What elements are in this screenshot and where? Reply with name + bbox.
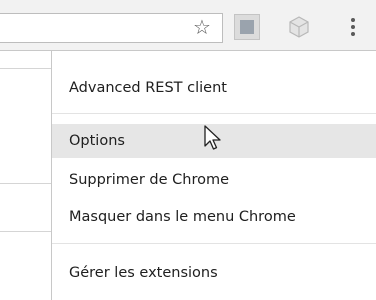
advanced-rest-client-icon-glyph (240, 20, 254, 34)
menu-separator (52, 243, 376, 244)
menu-item-remove[interactable]: Supprimer de Chrome (52, 163, 376, 197)
address-bar[interactable] (0, 13, 223, 43)
cube-extension-icon[interactable] (287, 15, 311, 39)
divider (0, 68, 51, 69)
mouse-cursor-icon (204, 125, 221, 150)
browser-toolbar: ☆ (0, 0, 376, 51)
menu-separator (52, 113, 376, 114)
page-content-edge (0, 51, 51, 300)
advanced-rest-client-icon[interactable] (234, 14, 260, 40)
three-dots-menu-icon[interactable] (343, 14, 363, 40)
divider (0, 183, 51, 184)
menu-item-hide[interactable]: Masquer dans le menu Chrome (52, 200, 376, 234)
star-icon[interactable]: ☆ (191, 16, 213, 38)
extension-context-menu: Advanced REST client Options Supprimer d… (51, 51, 376, 300)
menu-item-manage-extensions[interactable]: Gérer les extensions (52, 256, 376, 290)
menu-item-extension-name[interactable]: Advanced REST client (52, 71, 376, 105)
divider (0, 231, 51, 232)
